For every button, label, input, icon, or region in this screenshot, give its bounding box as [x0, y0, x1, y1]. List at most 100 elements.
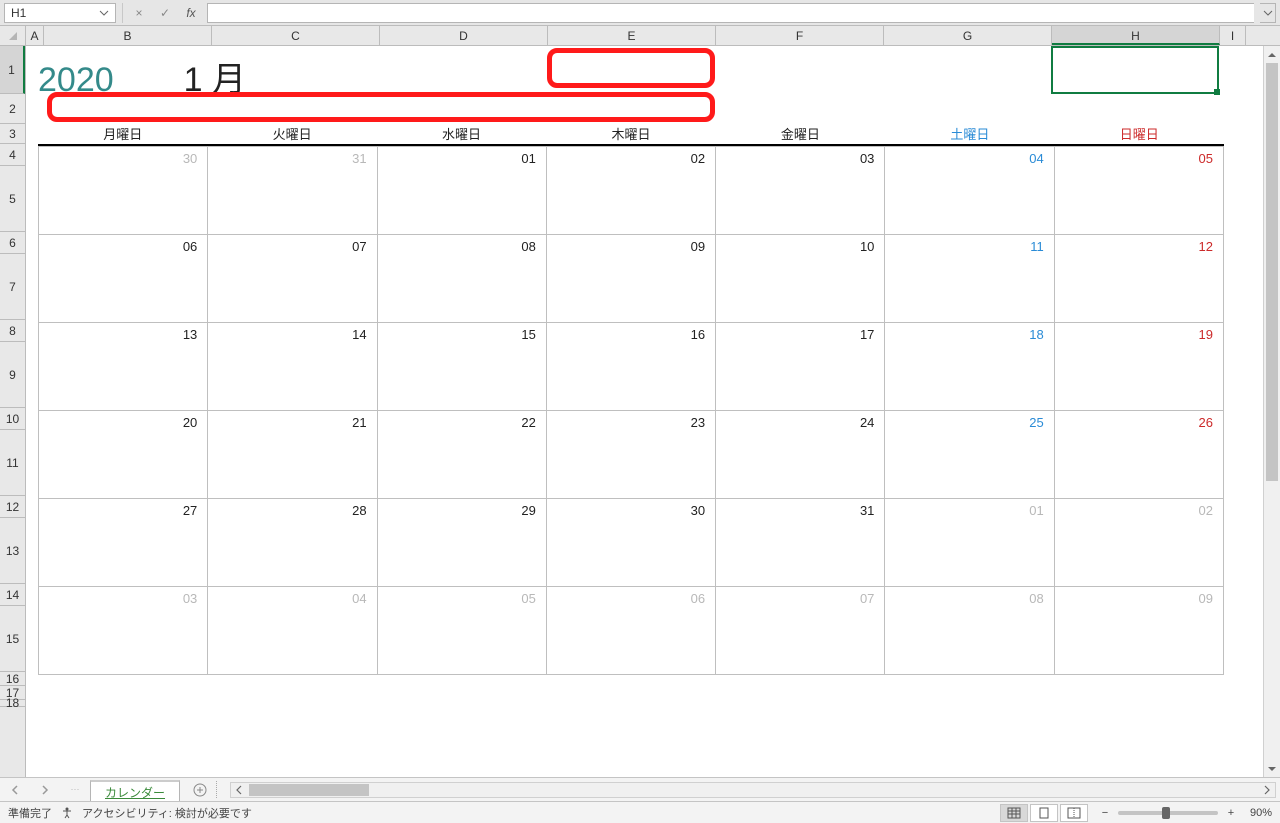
- scroll-up-button[interactable]: [1264, 46, 1280, 63]
- calendar-day-header: 月曜日: [38, 124, 207, 144]
- row-header[interactable]: 18: [0, 700, 25, 707]
- calendar-day-cell[interactable]: 26: [1055, 410, 1224, 498]
- add-sheet-button[interactable]: [188, 778, 212, 801]
- cancel-button[interactable]: ×: [129, 3, 149, 23]
- tab-scroll-left-button[interactable]: [8, 783, 22, 797]
- zoom-in-button[interactable]: +: [1224, 807, 1238, 819]
- calendar-day-cell[interactable]: 03: [39, 586, 208, 674]
- calendar-day-cell[interactable]: 28: [208, 498, 377, 586]
- calendar-day-cell[interactable]: 06: [547, 586, 716, 674]
- calendar-day-cell[interactable]: 07: [716, 586, 885, 674]
- name-box[interactable]: H1: [4, 3, 116, 23]
- calendar-day-cell[interactable]: 04: [885, 146, 1054, 234]
- row-header[interactable]: 10: [0, 408, 25, 430]
- calendar-day-cell[interactable]: 05: [1055, 146, 1224, 234]
- calendar-day-cell[interactable]: 08: [378, 234, 547, 322]
- column-header[interactable]: I: [1220, 26, 1246, 45]
- calendar-day-cell[interactable]: 09: [1055, 586, 1224, 674]
- calendar-day-cell[interactable]: 01: [885, 498, 1054, 586]
- calendar-day-cell[interactable]: 23: [547, 410, 716, 498]
- expand-formula-bar-button[interactable]: [1260, 3, 1276, 23]
- calendar-day-cell[interactable]: 12: [1055, 234, 1224, 322]
- calendar-day-cell[interactable]: 04: [208, 586, 377, 674]
- confirm-button[interactable]: ✓: [155, 3, 175, 23]
- column-header[interactable]: C: [212, 26, 380, 45]
- row-header[interactable]: 3: [0, 124, 25, 144]
- row-header[interactable]: 14: [0, 584, 25, 606]
- row-header[interactable]: 11: [0, 430, 25, 496]
- vertical-scrollbar[interactable]: [1263, 46, 1280, 777]
- column-header[interactable]: G: [884, 26, 1052, 45]
- zoom-out-button[interactable]: −: [1098, 807, 1112, 819]
- sheet-tab[interactable]: カレンダー: [90, 780, 180, 801]
- calendar-day-cell[interactable]: 10: [716, 234, 885, 322]
- calendar-day-cell[interactable]: 02: [547, 146, 716, 234]
- calendar-day-cell[interactable]: 13: [39, 322, 208, 410]
- view-normal-button[interactable]: [1000, 804, 1028, 822]
- calendar-day-cell[interactable]: 11: [885, 234, 1054, 322]
- calendar-day-cell[interactable]: 27: [39, 498, 208, 586]
- calendar-day-cell[interactable]: 24: [716, 410, 885, 498]
- calendar-day-cell[interactable]: 14: [208, 322, 377, 410]
- column-header[interactable]: A: [26, 26, 44, 45]
- row-header[interactable]: 15: [0, 606, 25, 672]
- column-header[interactable]: D: [380, 26, 548, 45]
- calendar-day-cell[interactable]: 06: [39, 234, 208, 322]
- scroll-right-button[interactable]: [1259, 785, 1275, 795]
- row-header[interactable]: 13: [0, 518, 25, 584]
- calendar-day-cell[interactable]: 02: [1055, 498, 1224, 586]
- row-header[interactable]: 8: [0, 320, 25, 342]
- calendar-day-cell[interactable]: 29: [378, 498, 547, 586]
- calendar-day-cell[interactable]: 31: [716, 498, 885, 586]
- calendar-day-cell[interactable]: 15: [378, 322, 547, 410]
- calendar-day-cell[interactable]: 17: [716, 322, 885, 410]
- view-page-layout-button[interactable]: [1030, 804, 1058, 822]
- calendar-day-cell[interactable]: 19: [1055, 322, 1224, 410]
- row-header[interactable]: 2: [0, 94, 25, 124]
- view-page-break-button[interactable]: [1060, 804, 1088, 822]
- calendar-day-cell[interactable]: 30: [547, 498, 716, 586]
- fx-button[interactable]: fx: [181, 3, 201, 23]
- calendar-day-cell[interactable]: 05: [378, 586, 547, 674]
- scroll-left-button[interactable]: [231, 785, 247, 795]
- calendar-day-cell[interactable]: 31: [208, 146, 377, 234]
- row-header[interactable]: 9: [0, 342, 25, 408]
- horizontal-scrollbar[interactable]: [230, 782, 1276, 798]
- column-header[interactable]: F: [716, 26, 884, 45]
- tab-menu-button[interactable]: ⋯: [68, 783, 82, 797]
- column-header[interactable]: H: [1052, 26, 1220, 45]
- row-header[interactable]: 5: [0, 166, 25, 232]
- calendar-day-header: 土曜日: [885, 124, 1054, 144]
- calendar-day-cell[interactable]: 07: [208, 234, 377, 322]
- column-header[interactable]: B: [44, 26, 212, 45]
- row-header[interactable]: 12: [0, 496, 25, 518]
- tab-scroll-right-button[interactable]: [38, 783, 52, 797]
- row-header[interactable]: 1: [0, 46, 25, 94]
- calendar-day-cell[interactable]: 03: [716, 146, 885, 234]
- row-header[interactable]: 7: [0, 254, 25, 320]
- calendar-day-cell[interactable]: 30: [39, 146, 208, 234]
- scrollbar-thumb[interactable]: [249, 784, 369, 796]
- calendar-day-cell[interactable]: 08: [885, 586, 1054, 674]
- calendar-day-cell[interactable]: 18: [885, 322, 1054, 410]
- calendar-day-number: 08: [1029, 591, 1043, 606]
- calendar-day-cell[interactable]: 22: [378, 410, 547, 498]
- calendar-day-number: 12: [1199, 239, 1213, 254]
- calendar-day-cell[interactable]: 16: [547, 322, 716, 410]
- calendar-day-cell[interactable]: 20: [39, 410, 208, 498]
- calendar-day-cell[interactable]: 25: [885, 410, 1054, 498]
- column-header[interactable]: E: [548, 26, 716, 45]
- calendar-day-cell[interactable]: 21: [208, 410, 377, 498]
- zoom-slider[interactable]: [1118, 811, 1218, 815]
- row-header[interactable]: 6: [0, 232, 25, 254]
- scroll-down-button[interactable]: [1264, 760, 1280, 777]
- calendar: 2020 1 月 月曜日火曜日水曜日木曜日金曜日土曜日日曜日 303101020…: [26, 46, 1236, 675]
- calendar-day-number: 05: [521, 591, 535, 606]
- cells-area[interactable]: 2020 1 月 月曜日火曜日水曜日木曜日金曜日土曜日日曜日 303101020…: [26, 46, 1280, 777]
- row-header[interactable]: 4: [0, 144, 25, 166]
- formula-input[interactable]: [207, 3, 1254, 23]
- calendar-day-cell[interactable]: 09: [547, 234, 716, 322]
- select-all-corner[interactable]: [0, 26, 26, 45]
- row-header[interactable]: 16: [0, 672, 25, 686]
- calendar-day-cell[interactable]: 01: [378, 146, 547, 234]
